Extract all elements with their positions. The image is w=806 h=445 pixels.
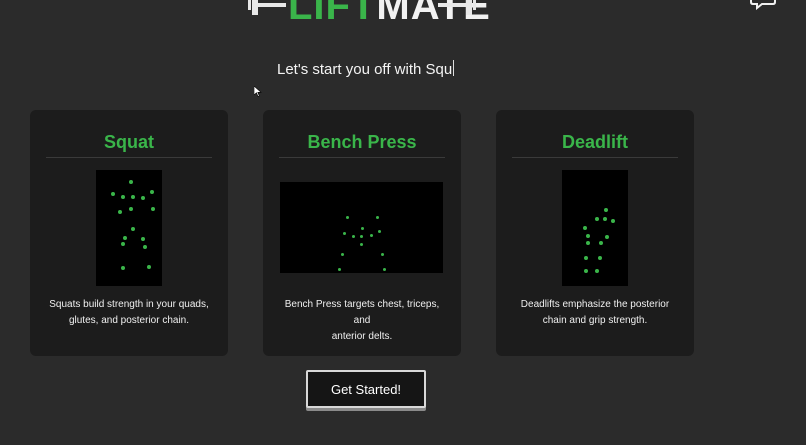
card-title: Squat [103,132,154,152]
get-started-button[interactable]: Get Started! [306,370,426,408]
pose-keypoint [131,195,135,199]
pose-keypoint [141,196,145,200]
exercise-card-squat[interactable]: Squat Squats build strength in your quad… [30,110,228,356]
pose-keypoint [586,234,590,238]
pose-keypoint [370,234,373,237]
pose-keypoint [378,230,381,233]
pose-keypoint [598,256,602,260]
dumbbell-icon [438,0,476,15]
squat-pose-image [96,170,162,286]
exercise-card-deadlift[interactable]: Deadlift Deadlifts emphasize the posteri… [496,110,694,356]
chat-icon[interactable] [750,0,776,10]
pose-keypoint [147,265,151,269]
pose-keypoint [141,237,145,241]
exercise-card-bench-press[interactable]: Bench Press Bench Press targets chest, t… [263,110,461,356]
card-description-line: Squats build strength in your quads, [49,299,209,310]
card-description: Squats build strength in your quads, glu… [44,297,214,329]
pose-keypoint [611,219,615,223]
pose-keypoint [143,245,147,249]
pose-keypoint [605,235,609,239]
pose-keypoint [583,226,587,230]
card-description-line: Deadlifts emphasize the posterior [520,299,670,310]
pose-keypoint [151,207,155,211]
welcome-typing-text: Let's start you off with Squ [277,60,455,78]
divider [46,157,212,158]
pose-keypoint [123,236,127,240]
card-description: Bench Press targets chest, triceps, and … [277,297,447,345]
pose-keypoint [118,210,122,214]
card-title: Bench Press [307,132,417,152]
card-description-line: glutes, and posterior chain. [68,315,190,326]
pose-keypoint [352,235,355,238]
pose-keypoint [129,180,133,184]
card-description-line: chain and grip strength. [542,315,648,326]
pose-keypoint [343,232,346,235]
pose-keypoint [599,241,603,245]
card-title: Deadlift [561,132,628,152]
pose-keypoint [121,195,125,199]
app-logo: LIFTMATE [246,0,490,28]
pose-keypoint [376,216,379,219]
pose-keypoint [111,192,115,196]
pose-keypoint [361,227,364,230]
pose-keypoint [595,217,599,221]
pose-keypoint [338,268,341,271]
pose-keypoint [584,256,588,260]
card-description: Deadlifts emphasize the posterior chain … [510,297,680,329]
pose-keypoint [150,190,154,194]
pose-keypoint [341,253,344,256]
pose-keypoint [129,207,133,211]
pose-keypoint [360,243,363,246]
deadlift-pose-image [562,170,628,286]
pose-keypoint [360,235,363,238]
pose-keypoint [586,241,590,245]
divider [279,157,445,158]
logo-text-lift: LIFT [288,0,377,28]
pose-keypoint [346,216,349,219]
card-description-line: Bench Press targets chest, triceps, and [284,299,440,326]
pose-keypoint [383,268,386,271]
pose-keypoint [381,253,384,256]
divider [512,157,678,158]
card-description-line: anterior delts. [331,331,393,342]
text-caret [453,60,455,76]
pose-keypoint [121,266,125,270]
bench-press-pose-image [280,182,443,273]
pose-keypoint [131,227,135,231]
pose-keypoint [604,208,608,212]
dumbbell-icon [248,0,286,15]
mouse-cursor-icon [254,86,262,97]
pose-keypoint [121,242,125,246]
pose-keypoint [595,269,599,273]
pose-keypoint [584,269,588,273]
pose-keypoint [603,217,607,221]
